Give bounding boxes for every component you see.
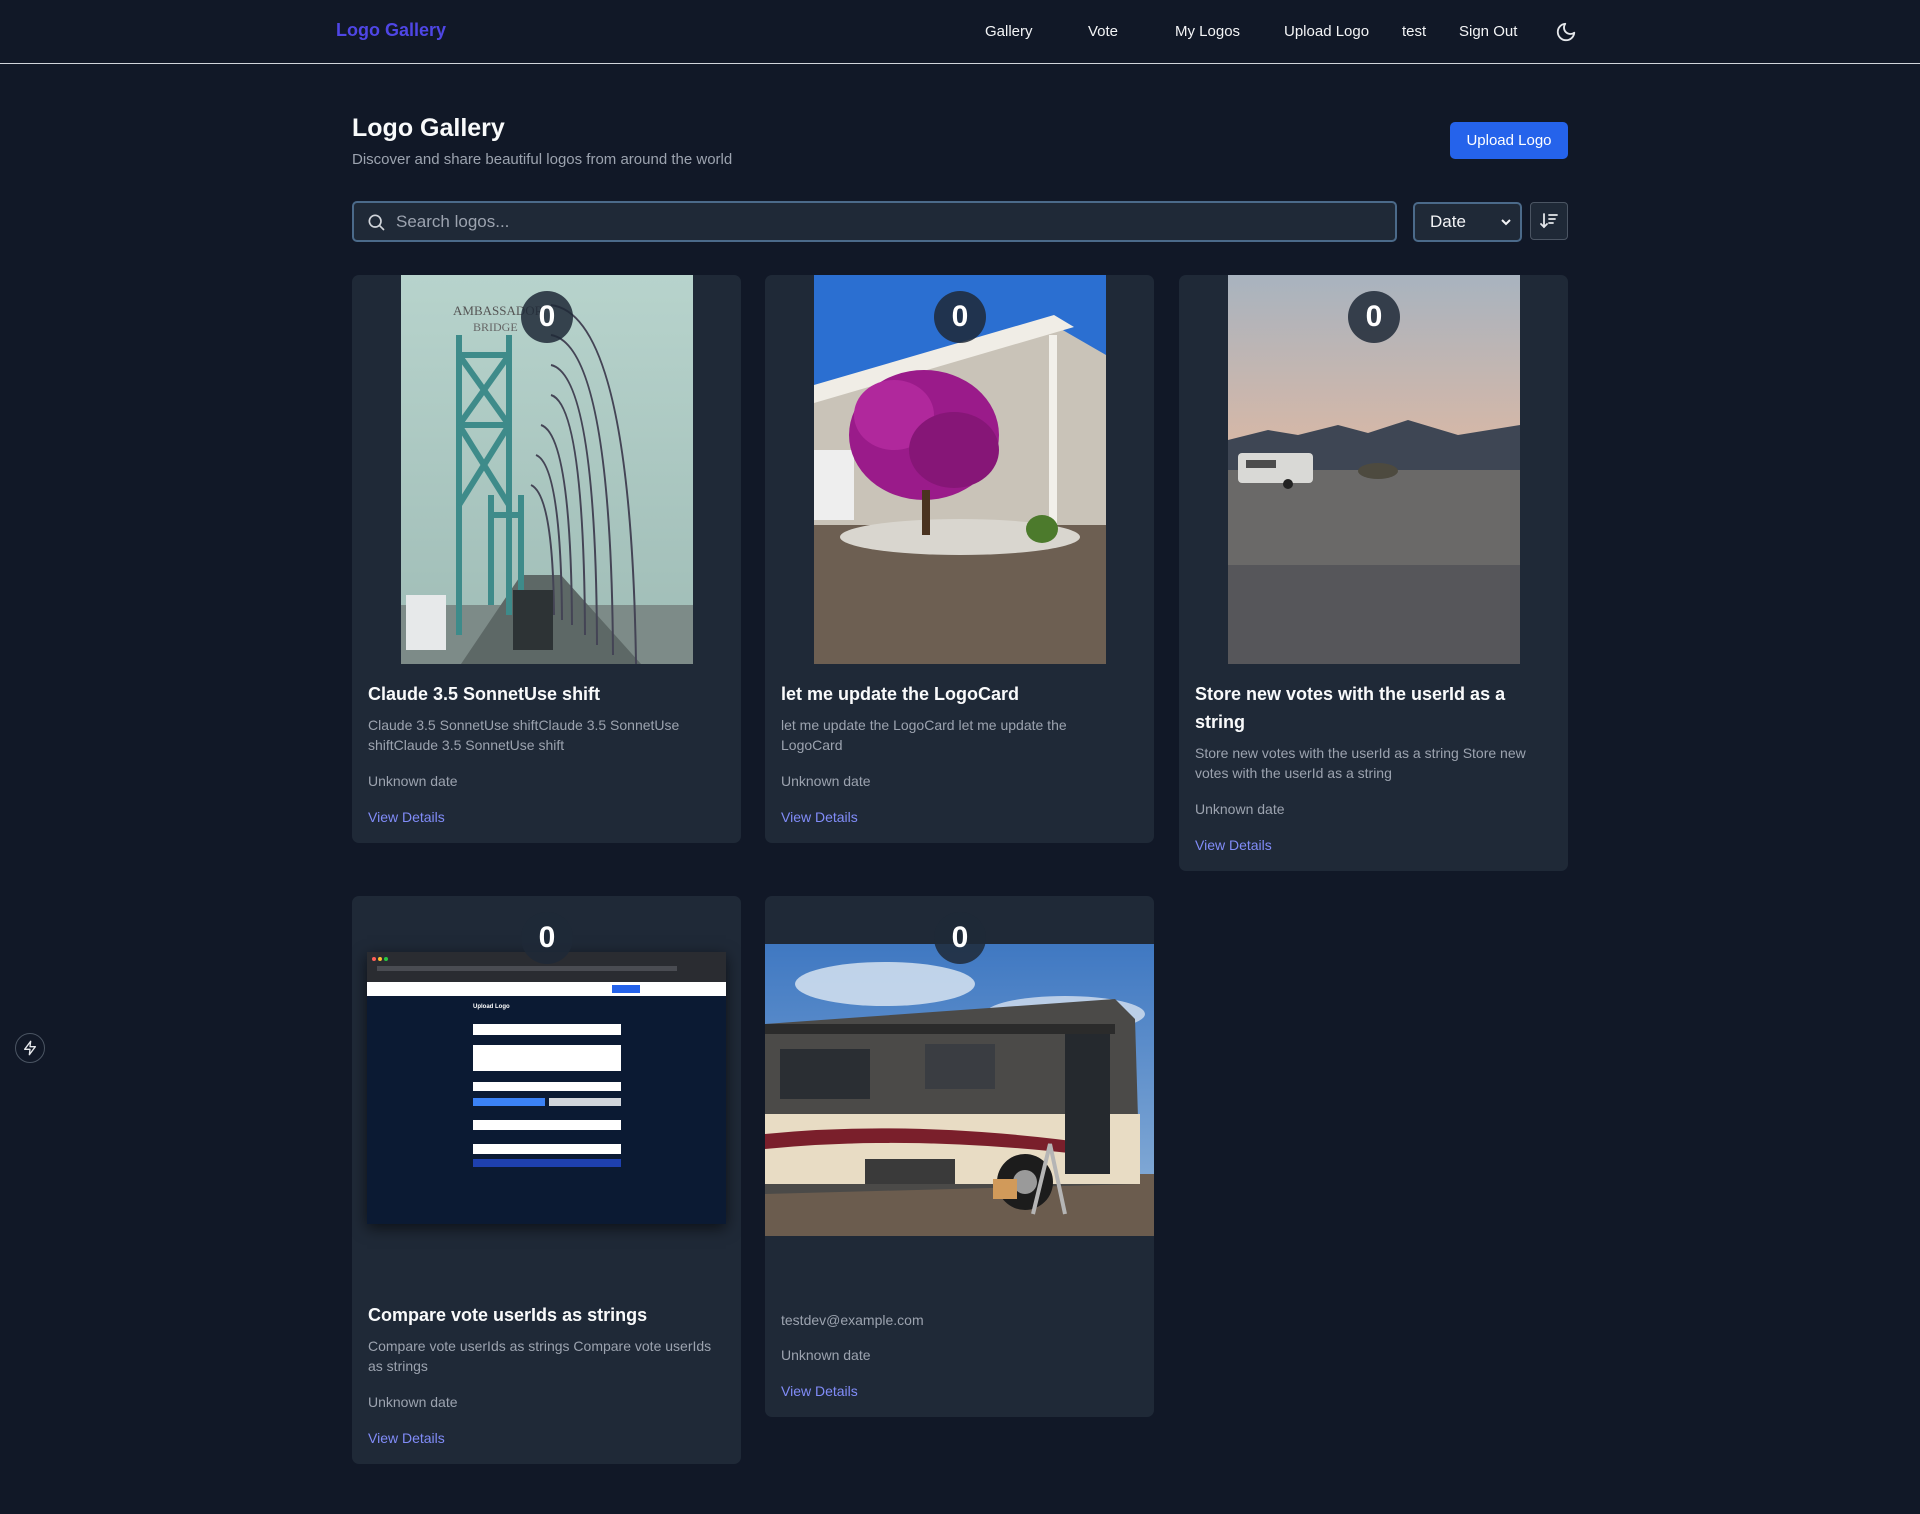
logo-card: 0 let me update the LogoCard let me upda… (765, 275, 1154, 843)
search-box (352, 201, 1397, 242)
logo-card: Upload Logo 0 Compare vote userIds as st… (352, 896, 741, 1464)
dev-tools-button[interactable] (15, 1033, 45, 1063)
svg-text:BRIDGE: BRIDGE (473, 320, 518, 334)
view-details-link[interactable]: View Details (781, 1383, 858, 1399)
sort-direction-button[interactable] (1530, 202, 1568, 240)
nav-user[interactable]: test (1402, 23, 1426, 40)
sort-select-value: Date (1430, 212, 1466, 231)
card-description: Claude 3.5 SonnetUse shiftClaude 3.5 Son… (368, 717, 680, 753)
thumb-upload-title: Upload Logo (473, 1004, 510, 1010)
sort-descending-icon (1540, 213, 1558, 229)
nav-vote[interactable]: Vote (1088, 23, 1118, 40)
logo-card: AMBASSADOR BRIDGE 0 Claude 3.5 SonnetUse… (352, 275, 741, 843)
moon-icon (1556, 22, 1576, 42)
lightning-icon (24, 1040, 36, 1056)
card-date: Unknown date (781, 773, 871, 789)
nav-upload-logo[interactable]: Upload Logo (1284, 23, 1369, 40)
card-title: Claude 3.5 SonnetUse shift (368, 684, 601, 704)
page-subtitle: Discover and share beautiful logos from … (352, 151, 733, 168)
nav-my-logos[interactable]: My Logos (1175, 23, 1240, 40)
card-date: Unknown date (781, 1347, 871, 1363)
card-title: let me update the LogoCard (781, 684, 1020, 704)
nav-links: Gallery Vote My Logos Upload Logo test S… (0, 23, 1920, 43)
search-icon (368, 214, 385, 230)
card-date: Unknown date (368, 773, 458, 789)
page-title: Logo Gallery (352, 114, 505, 142)
nav-sign-out[interactable]: Sign Out (1459, 23, 1517, 40)
logo-image[interactable] (765, 944, 1154, 1236)
card-description: Compare vote userIds as strings Compare … (368, 1338, 712, 1374)
top-navbar: Logo Gallery Gallery Vote My Logos Uploa… (0, 0, 1920, 64)
theme-toggle-button[interactable] (1555, 21, 1577, 43)
logo-card: 0 Store new votes with the userId as a s… (1179, 275, 1568, 871)
view-details-link[interactable]: View Details (1195, 837, 1272, 853)
card-description: let me update the LogoCard let me update… (781, 717, 1067, 753)
vote-count-badge: 0 (934, 291, 986, 343)
card-title: Store new votes with the userId as a str… (1195, 684, 1506, 732)
vote-count-badge: 0 (521, 912, 573, 964)
card-owner-email: testdev@example.com (781, 1312, 924, 1328)
vote-count-badge: 0 (521, 291, 573, 343)
view-details-link[interactable]: View Details (781, 809, 858, 825)
logo-card: 0 testdev@example.com Unknown date View … (765, 896, 1154, 1417)
sort-select[interactable]: Date (1413, 202, 1522, 242)
vote-count-badge: 0 (1348, 291, 1400, 343)
chevron-down-icon (1501, 219, 1511, 226)
card-title: Compare vote userIds as strings (368, 1305, 648, 1325)
card-date: Unknown date (368, 1394, 458, 1410)
view-details-link[interactable]: View Details (368, 1430, 445, 1446)
card-description: Store new votes with the userId as a str… (1195, 745, 1526, 781)
card-date: Unknown date (1195, 801, 1285, 817)
search-input[interactable] (396, 211, 1376, 232)
logo-image[interactable]: Upload Logo (367, 952, 726, 1224)
nav-gallery[interactable]: Gallery (985, 23, 1033, 40)
view-details-link[interactable]: View Details (368, 809, 445, 825)
vote-count-badge: 0 (934, 912, 986, 964)
upload-logo-button[interactable]: Upload Logo (1450, 122, 1568, 159)
